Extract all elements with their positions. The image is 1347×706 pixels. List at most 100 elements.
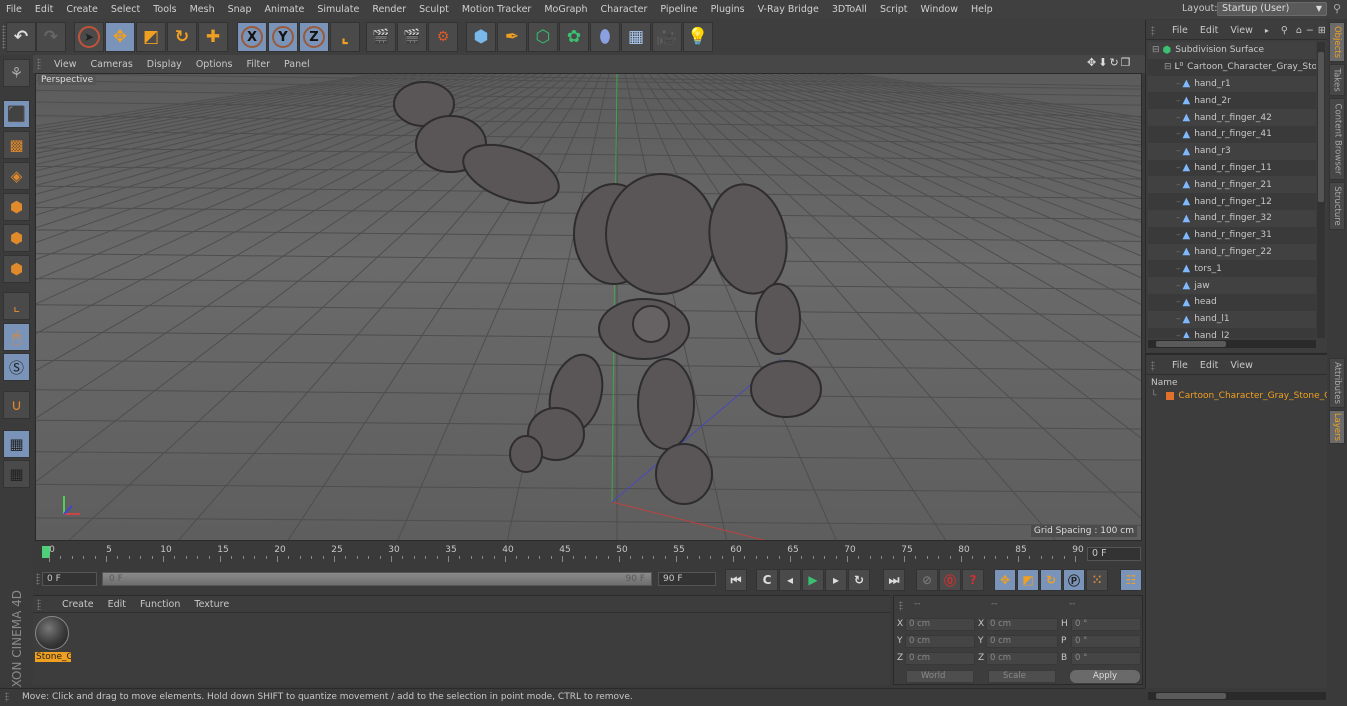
object-tree-item[interactable]: – ▲ hand_r_finger_41: [1148, 125, 1316, 143]
key-parameter-icon[interactable]: Ⓟ: [1063, 569, 1085, 591]
rot-p-field[interactable]: 0 °: [1071, 635, 1141, 648]
object-tree-item[interactable]: – ▲ hand_r_finger_32: [1148, 209, 1316, 227]
edges-mode-icon[interactable]: ⬢: [3, 224, 30, 252]
tab-structure[interactable]: Structure: [1329, 182, 1345, 230]
object-tree-item[interactable]: – ▲ head: [1148, 293, 1316, 311]
add-object-icon[interactable]: ✚: [198, 22, 228, 52]
home-icon[interactable]: ⌂: [1294, 25, 1304, 36]
menu-mesh[interactable]: Mesh: [184, 4, 222, 15]
tab-attributes[interactable]: Attributes: [1329, 358, 1345, 408]
menu-select[interactable]: Select: [105, 4, 147, 15]
subdivision-icon[interactable]: ⬡: [528, 22, 558, 52]
tweak-mode-icon[interactable]: 🖱: [3, 323, 30, 351]
3d-viewport[interactable]: Perspective Grid Spacing : 100 cm: [35, 73, 1142, 541]
object-tree-item[interactable]: – ▲ jaw: [1148, 277, 1316, 294]
layout-select[interactable]: Startup (User) ▼: [1217, 2, 1327, 16]
next-key-icon[interactable]: ↻: [848, 569, 870, 591]
layer-row[interactable]: └ Cartoon_Character_Gray_Stone_G: [1151, 391, 1331, 401]
pos-y-field[interactable]: 0 cm: [905, 635, 975, 648]
tab-takes[interactable]: Takes: [1329, 64, 1345, 96]
menu-mograph[interactable]: MoGraph: [538, 4, 594, 15]
frame-range-slider[interactable]: 0 F 90 F: [102, 572, 652, 586]
object-tree-item[interactable]: – ▲ hand_l1: [1148, 310, 1316, 328]
tab-objects[interactable]: Objects: [1329, 22, 1345, 62]
menu-render[interactable]: Render: [366, 4, 413, 15]
expand-toggle-icon[interactable]: ⊟: [1164, 62, 1172, 72]
pos-x-field[interactable]: 0 cm: [905, 618, 975, 631]
viewport-menu-view[interactable]: View: [47, 59, 84, 70]
play-icon[interactable]: ▶: [802, 569, 824, 591]
material-item[interactable]: Stone_G: [35, 616, 71, 664]
viewport-menu-panel[interactable]: Panel: [277, 59, 317, 70]
key-rotation-icon[interactable]: ↻: [1040, 569, 1062, 591]
menu-script[interactable]: Script: [874, 4, 915, 15]
keyframe-selection-icon[interactable]: ?: [962, 569, 984, 591]
key-pla-icon[interactable]: ⁙: [1086, 569, 1108, 591]
go-to-start-icon[interactable]: ⏮: [725, 569, 747, 591]
menu-tools[interactable]: Tools: [147, 4, 183, 15]
next-frame-icon[interactable]: ▸: [825, 569, 847, 591]
viewport-menu-options[interactable]: Options: [189, 59, 240, 70]
key-position-icon[interactable]: ✥: [994, 569, 1016, 591]
go-to-end-icon[interactable]: ⏭: [883, 569, 905, 591]
objmgr-menu-view[interactable]: View: [1224, 25, 1259, 36]
record-keys-icon[interactable]: ⊘: [916, 569, 938, 591]
object-tree-vscrollbar[interactable]: [1317, 42, 1325, 338]
objmgr-menu-edit[interactable]: Edit: [1194, 25, 1224, 36]
size-mode-dropdown[interactable]: Scale: [988, 670, 1056, 683]
object-tree-item[interactable]: – ▲ hand_r_finger_22: [1148, 243, 1316, 261]
zoom-view-icon[interactable]: ⬇: [1098, 56, 1109, 69]
rotate-icon[interactable]: ↻: [167, 22, 197, 52]
light-icon[interactable]: 💡: [683, 22, 713, 52]
menu-edit[interactable]: Edit: [29, 4, 60, 15]
tab-layers[interactable]: Layers: [1329, 410, 1345, 444]
menu-help[interactable]: Help: [965, 4, 1000, 15]
z-axis-icon[interactable]: Z: [299, 22, 329, 52]
menu-snap[interactable]: Snap: [222, 4, 259, 15]
menu-animate[interactable]: Animate: [259, 4, 312, 15]
camera-icon[interactable]: 🎥: [652, 22, 682, 52]
rot-h-field[interactable]: 0 °: [1071, 618, 1141, 631]
object-tree-item[interactable]: – ▲ hand_r_finger_21: [1148, 176, 1316, 194]
apply-button[interactable]: Apply: [1070, 670, 1140, 683]
points-mode-icon[interactable]: ⬢: [3, 193, 30, 221]
search-icon[interactable]: ⚲: [1275, 25, 1294, 36]
layermgr-menu-edit[interactable]: Edit: [1194, 360, 1224, 371]
locked-workplane-icon[interactable]: ▦: [3, 430, 30, 458]
render-settings-icon[interactable]: ⚙: [428, 22, 458, 52]
y-axis-icon[interactable]: Y: [268, 22, 298, 52]
menu-create[interactable]: Create: [60, 4, 105, 15]
size-y-field[interactable]: 0 cm: [986, 635, 1058, 648]
undo-icon[interactable]: ↶: [6, 22, 36, 52]
viewport-menu-cameras[interactable]: Cameras: [84, 59, 140, 70]
size-x-field[interactable]: 0 cm: [986, 618, 1058, 631]
mograph-cloner-icon[interactable]: ✿: [559, 22, 589, 52]
render-view-icon[interactable]: 🎬: [366, 22, 396, 52]
model-mode-icon[interactable]: ⬛: [3, 100, 30, 128]
material-menu-edit[interactable]: Edit: [101, 599, 133, 610]
layermgr-menu-view[interactable]: View: [1224, 360, 1259, 371]
menu-window[interactable]: Window: [915, 4, 965, 15]
menu-vray-bridge[interactable]: V-Ray Bridge: [752, 4, 826, 15]
pen-icon[interactable]: ✒: [497, 22, 527, 52]
viewport-menu-display[interactable]: Display: [140, 59, 189, 70]
orbit-icon[interactable]: ↻: [1109, 56, 1120, 69]
object-tree-item[interactable]: ⊟ ⬢ Subdivision Surface: [1148, 42, 1316, 59]
object-tree-item[interactable]: ⊟L⁰Cartoon_Character_Gray_Stone_Golem: [1148, 58, 1316, 76]
object-tree-item[interactable]: – ▲ hand_r_finger_31: [1148, 226, 1316, 244]
material-menu-texture[interactable]: Texture: [187, 599, 236, 610]
current-frame-field[interactable]: 0 F: [1087, 547, 1141, 561]
object-tree-item[interactable]: – ▲ hand_r1: [1148, 75, 1316, 93]
menu-3dtoall[interactable]: 3DToAll: [826, 4, 874, 15]
pan-icon[interactable]: ✥: [1087, 56, 1098, 69]
object-tree-item[interactable]: – ▲ hand_r_finger_11: [1148, 159, 1316, 177]
menu-pipeline[interactable]: Pipeline: [654, 4, 704, 15]
more-icon[interactable]: ▸: [1259, 26, 1275, 35]
menu-plugins[interactable]: Plugins: [705, 4, 752, 15]
object-tree-item[interactable]: – ▲ tors_1: [1148, 260, 1316, 278]
menu-motion-tracker[interactable]: Motion Tracker: [456, 4, 539, 15]
tab-content-browser[interactable]: Content Browser: [1329, 98, 1345, 180]
layermgr-menu-file[interactable]: File: [1166, 360, 1194, 371]
timeline-window-icon[interactable]: ☷: [1120, 569, 1142, 591]
layer-color-swatch[interactable]: [1166, 392, 1175, 400]
